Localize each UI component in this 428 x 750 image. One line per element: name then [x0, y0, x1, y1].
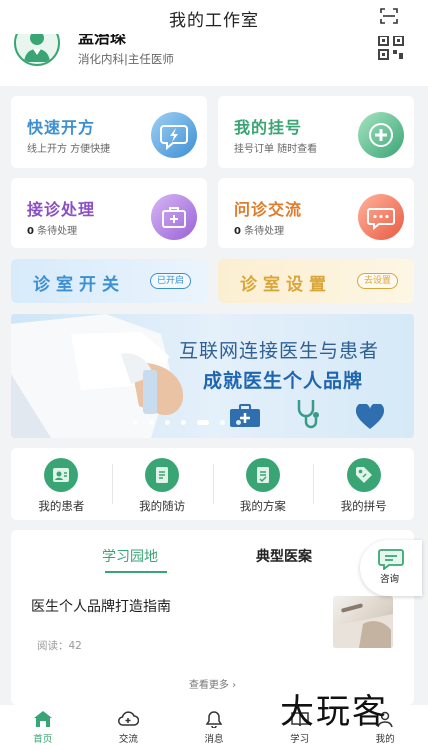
qr-code-icon[interactable]: [378, 35, 404, 60]
my-plans-label: 我的方案: [239, 499, 286, 513]
consult-button[interactable]: 咨询: [360, 540, 422, 596]
pagination-dot[interactable]: [181, 420, 186, 425]
inquiry-exchange-title: 问诊交流: [234, 200, 303, 219]
quick-prescribe-title: 快速开方: [27, 118, 96, 137]
my-patients-label: 我的患者: [38, 499, 85, 513]
tab-messages-label: 消息: [204, 734, 224, 745]
view-more-label: 查看更多: [188, 680, 229, 691]
pagination-dot[interactable]: [236, 420, 241, 425]
pagination-dot[interactable]: [220, 420, 225, 425]
doctor-name: 孟治琛: [78, 34, 127, 47]
heart-icon: [355, 402, 385, 434]
my-registration-title: 我的挂号: [234, 118, 303, 137]
my-group-registration-label: 我的拼号: [340, 499, 387, 513]
inquiry-exchange-subtitle: 条待处理: [244, 226, 285, 237]
my-group-registration-button[interactable]: 我的拼号: [313, 448, 414, 520]
active-tab-indicator: [105, 571, 167, 573]
banner-pagination: [133, 420, 241, 425]
inquiry-exchange-count: 0: [234, 226, 241, 237]
stethoscope-icon: [293, 398, 323, 434]
consultation-handling-count: 0: [27, 226, 34, 237]
tag-icon: [346, 458, 381, 492]
my-plans-button[interactable]: 我的方案: [212, 448, 314, 520]
tab-me-label: 我的: [375, 734, 395, 745]
quick-actions: 我的患者 我的随访 我的方案 我的拼号: [11, 448, 414, 520]
quick-prescribe-card[interactable]: 快速开方 线上开方 方便快捷: [11, 96, 207, 168]
banner-line-2: 成就医生个人品牌: [203, 370, 364, 392]
my-registration-card[interactable]: 我的挂号 挂号订单 随时查看: [218, 96, 414, 168]
tab-learning-garden[interactable]: 学习园地: [102, 546, 158, 566]
tab-messages[interactable]: 消息: [171, 705, 257, 750]
clinic-status-badge[interactable]: 已开启: [149, 273, 191, 289]
my-registration-subtitle: 挂号订单 随时查看: [234, 144, 318, 155]
medical-plus-icon: [358, 112, 404, 158]
my-patients-button[interactable]: 我的患者: [11, 448, 112, 520]
chat-bubble-icon: [358, 194, 404, 240]
medical-kit-icon: [151, 194, 197, 240]
article-thumbnail[interactable]: [333, 596, 393, 648]
cloud-plus-icon: [118, 711, 140, 726]
plan-icon: [245, 458, 280, 492]
chevron-right-icon: ›: [232, 680, 237, 691]
pagination-dot-active[interactable]: [197, 420, 209, 425]
article-title[interactable]: 医生个人品牌打造指南: [31, 596, 171, 616]
watermark-text: 大玩客: [280, 692, 388, 732]
page-title: 我的工作室: [169, 11, 259, 31]
consultation-handling-subtitle: 条待处理: [37, 226, 78, 237]
inquiry-exchange-status: 0 条待处理: [234, 222, 284, 237]
consult-chat-icon: [378, 549, 404, 570]
tab-typical-cases[interactable]: 典型医案: [256, 546, 312, 566]
learning-section: 学习园地 典型医案 医生个人品牌打造指南 阅读：42 查看更多 ›: [11, 530, 414, 705]
article-reads: 阅读：42: [37, 638, 82, 653]
top-bar: 我的工作室: [0, 0, 428, 34]
medical-box-icon: [229, 404, 261, 432]
go-settings-badge[interactable]: 去设置: [356, 273, 398, 289]
bell-icon: [205, 711, 223, 728]
clinic-settings[interactable]: 诊室设置 去设置: [218, 259, 414, 303]
consultation-handling-status: 0 条待处理: [27, 222, 77, 237]
doctor-department: 消化内科: [78, 52, 124, 66]
tab-home-label: 首页: [33, 734, 53, 745]
doctor-title: 主任医师: [127, 52, 174, 66]
clinic-switch-label: 诊室开关: [33, 275, 125, 295]
inquiry-exchange-card[interactable]: 问诊交流 0 条待处理: [218, 178, 414, 248]
lightning-chat-icon: [151, 112, 197, 158]
pagination-dot[interactable]: [149, 420, 154, 425]
quick-prescribe-subtitle: 线上开方 方便快捷: [27, 144, 111, 155]
tab-exchange[interactable]: 交流: [86, 705, 172, 750]
article-reads-label: 阅读：: [37, 640, 69, 652]
article-reads-count: 42: [68, 640, 82, 652]
doctor-department-title: 消化内科|主任医师: [78, 52, 174, 66]
tab-study-label: 学习: [290, 734, 310, 745]
avatar[interactable]: [14, 34, 60, 66]
my-followup-label: 我的随访: [139, 499, 186, 513]
scan-icon[interactable]: [380, 8, 398, 24]
my-followup-button[interactable]: 我的随访: [111, 448, 213, 520]
promo-banner[interactable]: 互联网连接医生与患者 成就医生个人品牌: [11, 314, 414, 438]
pagination-dot[interactable]: [165, 420, 170, 425]
consultation-handling-card[interactable]: 接诊处理 0 条待处理: [11, 178, 207, 248]
followup-icon: [145, 458, 180, 492]
consultation-handling-title: 接诊处理: [27, 200, 96, 219]
banner-line-1: 互联网连接医生与患者: [179, 340, 380, 362]
doctor-profile: 孟治琛 消化内科|主任医师: [0, 34, 428, 86]
pagination-dot[interactable]: [133, 420, 138, 425]
tab-home[interactable]: 首页: [0, 705, 86, 750]
clinic-settings-label: 诊室设置: [240, 275, 332, 295]
clinic-switch[interactable]: 诊室开关 已开启: [11, 259, 207, 303]
home-icon: [33, 711, 52, 727]
consult-label: 咨询: [380, 574, 400, 585]
tab-exchange-label: 交流: [118, 734, 138, 745]
patient-icon: [44, 458, 79, 492]
